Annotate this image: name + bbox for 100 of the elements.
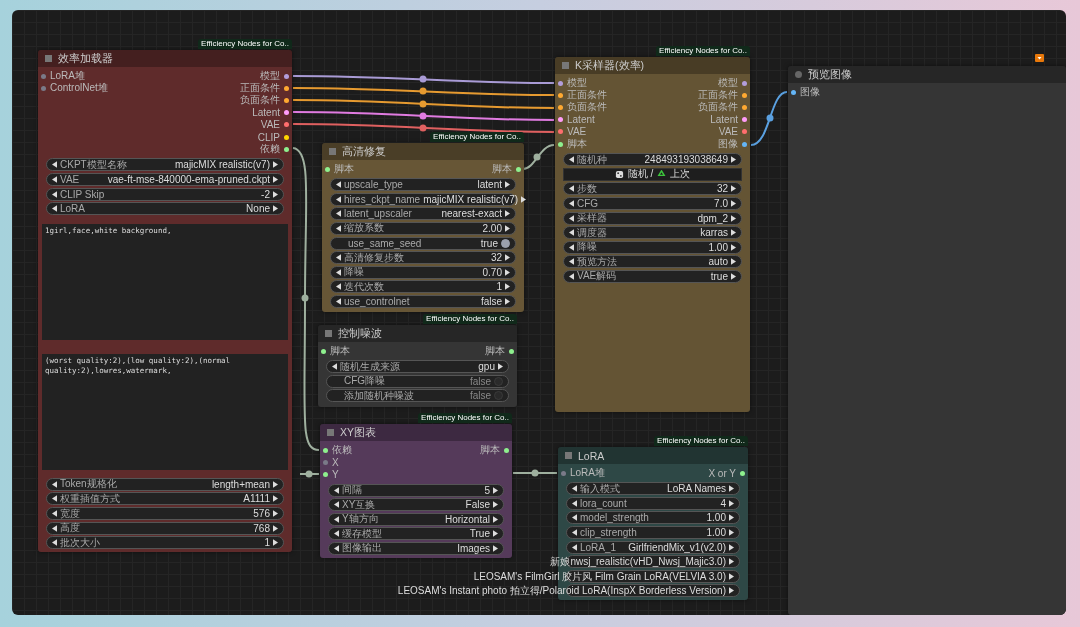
value-widget[interactable]: LoRA None [46,202,284,216]
value-widget[interactable]: 高清修复步数 32 [330,251,516,265]
slot-label: 正面条件 [240,81,280,95]
node-title-bar[interactable]: 高清修复 [322,143,524,160]
output-socket[interactable] [740,470,745,476]
slot-label: 正面条件 [567,88,607,102]
value-widget[interactable]: 新娘nwsj_realistic(vHD_Nwsj_Majic3.0) [550,555,740,569]
node-title: K采样器(效率) [575,58,644,73]
slot-label: 图像 [800,85,820,100]
slot-label: Y [332,468,339,480]
slot-label: LoRA堆 [50,69,85,83]
input-socket[interactable] [558,141,563,147]
value-widget[interactable]: 迭代次数 1 [330,280,516,294]
node-title-bar[interactable]: 效率加载器 [38,50,292,67]
slot-label: 脚本 [492,162,512,177]
value-widget[interactable]: 预览方法 auto [563,255,742,269]
node-title-bar[interactable]: 预览图像 [788,66,1066,83]
collapse-icon[interactable] [795,71,802,78]
value-widget[interactable]: CKPT模型名称 majicMIX realistic(v7) [46,158,284,172]
value-widget[interactable]: XY互换 False [328,498,504,512]
value-widget[interactable]: 输入模式 LoRA Names [566,482,740,496]
slot-label: 负面条件 [240,93,280,108]
status-icon[interactable] [1035,54,1044,62]
output-socket[interactable] [742,117,747,123]
value-widget[interactable]: 步数 32 [563,182,742,196]
value-widget[interactable]: LEOSAM's FilmGirl 胶片风 Film Grain LoRA(VELVIA 3.0) [473,569,740,583]
input-socket[interactable] [321,348,326,354]
value-widget[interactable]: 缓存模型 True [328,527,504,541]
node-title-bar[interactable]: K采样器(效率) [555,57,750,74]
arrow-left-icon[interactable] [569,156,574,164]
value-widget[interactable]: 调度器 karras [563,226,742,240]
input-socket[interactable] [325,166,330,172]
slot-label: 负面条件 [698,100,738,115]
slot-label: 负面条件 [567,100,607,115]
node-wire [299,470,320,478]
input-socket[interactable] [558,80,563,86]
output-socket[interactable] [284,110,289,116]
output-socket[interactable] [742,104,747,110]
value-widget[interactable]: 批次大小 1 [46,536,284,550]
slot-label: 依赖 [260,142,280,157]
value-widget[interactable]: upscale_type latent [330,178,516,192]
arrow-right-icon[interactable] [498,363,503,371]
slot-label: VAE [260,119,280,131]
node-wire [750,91,788,146]
input-socket[interactable] [323,471,328,477]
node-badge: Efficiency Nodes for Co.. [418,413,512,423]
slot-label: 脚本 [480,443,500,458]
node-title-bar[interactable]: XY图表 [320,424,512,441]
input-socket[interactable] [558,117,563,123]
output-socket[interactable] [284,134,289,140]
node-title: 效率加载器 [58,51,113,66]
slot-label: 模型 [567,76,587,90]
slot-label: Latent [252,107,280,119]
value-widget[interactable]: model_strength 1.00 [566,511,740,525]
arrow-right-icon[interactable] [505,181,510,189]
dice-icon [614,169,624,179]
output-socket[interactable] [284,122,289,128]
output-socket[interactable] [516,166,521,172]
slot-label: LoRA堆 [570,466,605,481]
arrow-right-icon[interactable] [521,195,527,203]
slot-label: 模型 [718,76,738,90]
toggle-widget[interactable]: 添加随机种噪波 false [326,389,509,403]
node-title: 控制噪波 [338,326,382,341]
value-widget[interactable]: 宽度 576 [46,507,284,521]
slot-label: 脚本 [485,344,505,359]
node-badge: Efficiency Nodes for Co.. [423,314,517,324]
node-title-bar[interactable]: 控制噪波 [318,325,517,342]
output-socket[interactable] [509,348,514,354]
value-widget[interactable]: 权重插值方式 A1111 [46,492,284,506]
node-wire [512,469,558,477]
slot-label: 正面条件 [698,88,738,102]
input-socket[interactable] [791,89,796,95]
output-socket[interactable] [284,73,289,79]
input-socket[interactable] [41,85,46,91]
output-socket[interactable] [284,97,289,103]
input-socket[interactable] [558,92,563,98]
node-title-bar[interactable]: LoRA [558,447,748,464]
value-widget[interactable]: LEOSAM's Instant photo 拍立得/Polaroid LoRA(InspX Borderless Version) [397,584,740,598]
arrow-left-icon[interactable] [332,363,337,371]
input-socket[interactable] [558,129,563,135]
input-socket[interactable] [561,470,566,476]
input-socket[interactable] [323,447,328,453]
value-widget[interactable]: 随机生成来源 gpu [326,360,509,374]
node-badge: Efficiency Nodes for Co.. [198,39,292,49]
output-socket[interactable] [284,146,289,152]
slot-label: Latent [567,114,595,126]
slot-label: CLIP [257,131,280,143]
output-socket[interactable] [742,92,747,98]
value-widget[interactable]: 随机种 248493193038649 [563,153,742,167]
input-socket[interactable] [558,104,563,110]
input-socket[interactable] [323,459,328,465]
slot-label: X or Y [708,467,736,479]
arrow-right-icon[interactable] [731,156,736,164]
node-title: XY图表 [340,425,376,440]
slot-label: ControlNet堆 [50,81,108,96]
output-socket[interactable] [504,447,509,453]
output-socket[interactable] [284,85,289,91]
value-widget[interactable]: latent_upscaler nearest-exact [330,207,516,221]
input-socket[interactable] [41,73,46,79]
toggle-knob[interactable] [501,238,510,248]
